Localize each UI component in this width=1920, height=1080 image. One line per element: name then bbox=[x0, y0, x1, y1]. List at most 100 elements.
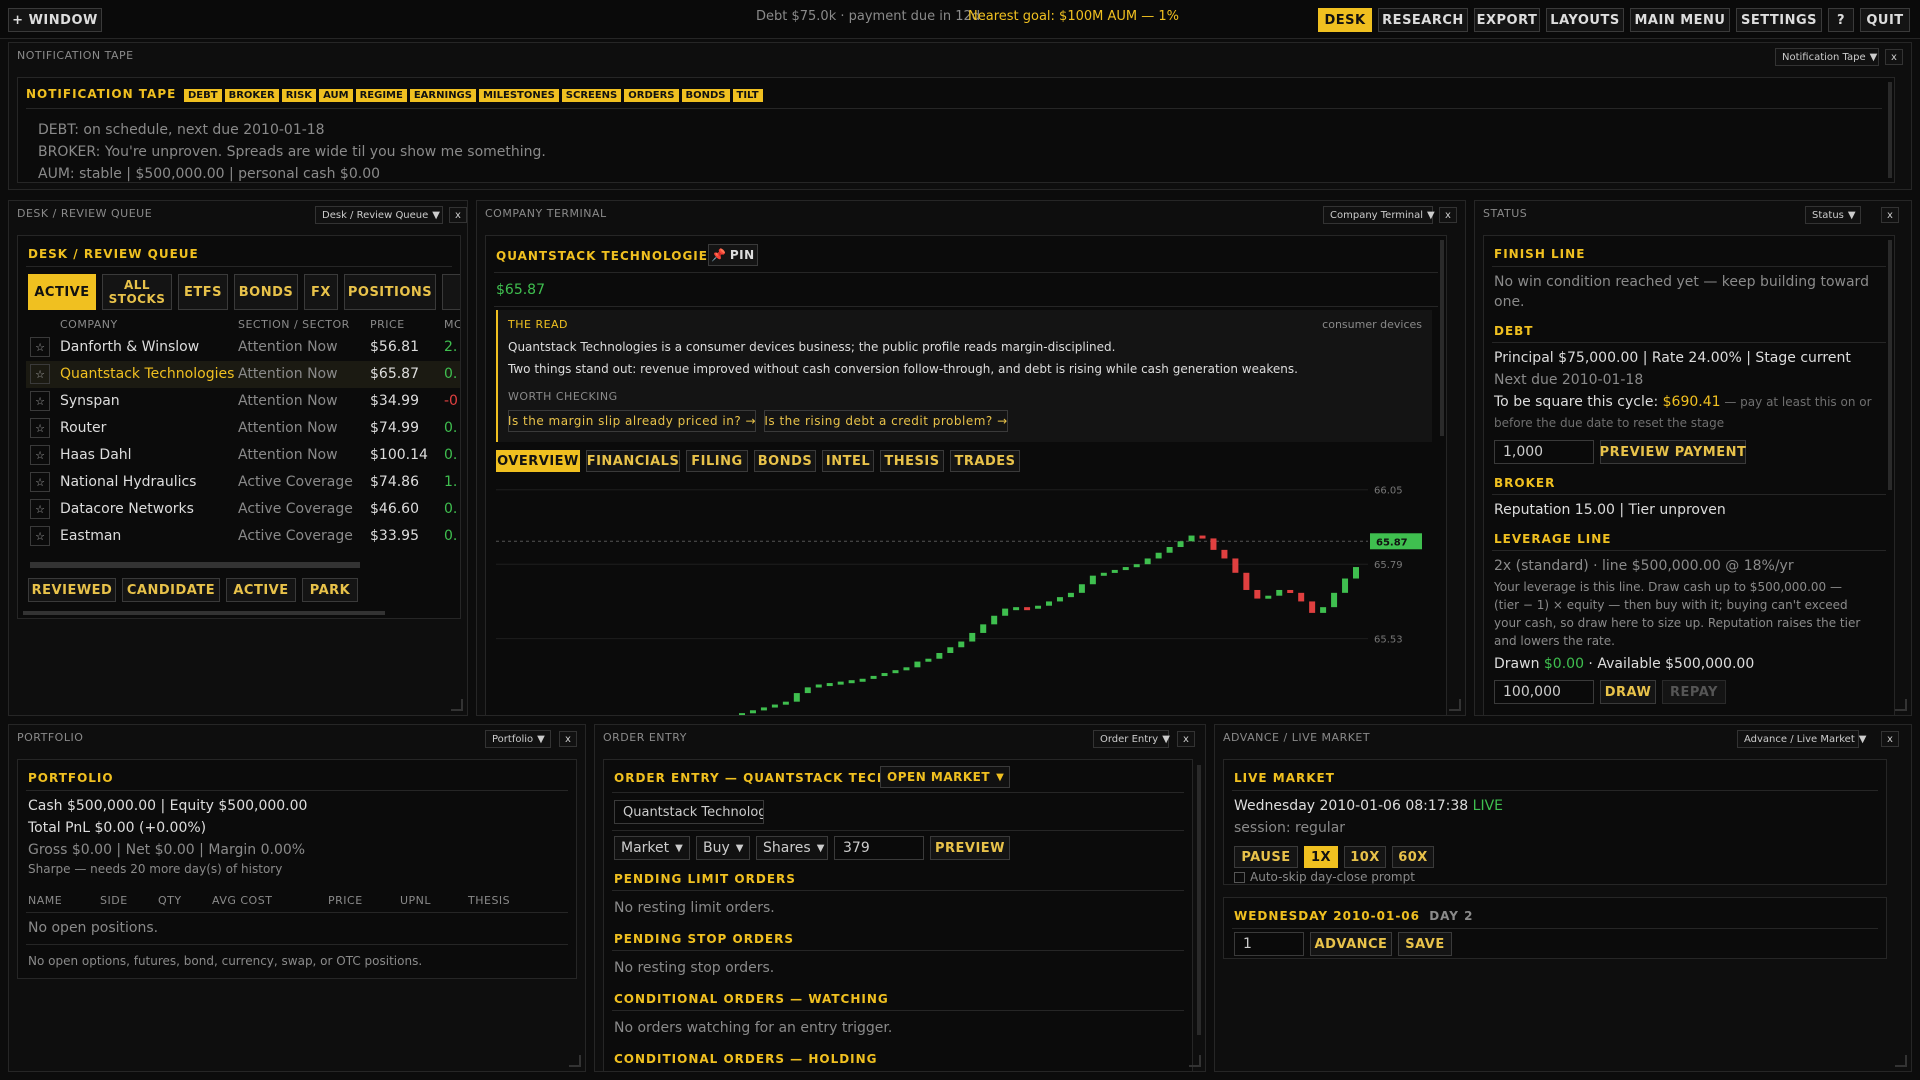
close-icon[interactable]: x bbox=[1881, 207, 1899, 223]
order-side-select[interactable]: Buy ▼ bbox=[696, 836, 750, 860]
preview-order-button[interactable]: PREVIEW bbox=[930, 836, 1010, 860]
mark-candidate-button[interactable]: CANDIDATE bbox=[122, 578, 220, 602]
park-button[interactable]: PARK bbox=[302, 578, 358, 602]
panel-type-select[interactable]: Company Terminal ▼ bbox=[1323, 206, 1435, 224]
chip-earnings[interactable]: EARNINGS bbox=[409, 89, 476, 102]
tab-all-stocks[interactable]: ALL STOCKS bbox=[102, 274, 172, 310]
draw-button[interactable]: DRAW bbox=[1600, 680, 1656, 704]
tab-fx[interactable]: FX bbox=[304, 274, 338, 310]
horizontal-scrollbar[interactable] bbox=[30, 562, 360, 568]
speed-1x-button[interactable]: 1X bbox=[1304, 846, 1338, 868]
ticker-input[interactable]: Quantstack Technologies bbox=[614, 800, 764, 824]
table-row[interactable]: ☆ National Hydraulics Active Coverage $74.8… bbox=[26, 469, 460, 496]
panel-type-select[interactable]: Notification Tape ▼ bbox=[1775, 48, 1879, 66]
tab-active[interactable]: ACTIVE bbox=[28, 274, 96, 310]
tab-overview[interactable]: OVERVIEW bbox=[496, 450, 580, 472]
chip-screens[interactable]: SCREENS bbox=[561, 89, 622, 102]
table-row[interactable]: ☆ Router Attention Now $74.99 0. bbox=[26, 415, 460, 442]
chip-aum[interactable]: AUM bbox=[319, 89, 353, 102]
order-type-select[interactable]: Market ▼ bbox=[614, 836, 690, 860]
nav-settings-button[interactable]: SETTINGS bbox=[1736, 8, 1822, 32]
repay-button[interactable]: REPAY bbox=[1662, 680, 1726, 704]
tab-intel[interactable]: INTEL bbox=[822, 450, 874, 472]
tab-more[interactable] bbox=[442, 274, 460, 310]
close-icon[interactable]: x bbox=[449, 207, 467, 223]
resize-handle[interactable] bbox=[1189, 1055, 1201, 1067]
star-icon[interactable]: ☆ bbox=[30, 418, 50, 438]
preview-payment-button[interactable]: PREVIEW PAYMENT bbox=[1600, 440, 1746, 464]
tab-filing[interactable]: FILING bbox=[686, 450, 748, 472]
tab-financials[interactable]: FINANCIALS bbox=[586, 450, 680, 472]
chip-risk[interactable]: RISK bbox=[281, 89, 317, 102]
panel-type-select[interactable]: Desk / Review Queue ▼ bbox=[315, 206, 443, 224]
draw-amount-input[interactable]: 100,000 bbox=[1494, 680, 1594, 704]
tab-bonds[interactable]: BONDS bbox=[754, 450, 816, 472]
mark-reviewed-button[interactable]: REVIEWED bbox=[28, 578, 116, 602]
panel-type-select[interactable]: Advance / Live Market ▼ bbox=[1737, 730, 1866, 748]
nav-research-button[interactable]: RESEARCH bbox=[1378, 8, 1468, 32]
advance-button[interactable]: ADVANCE bbox=[1310, 932, 1392, 956]
panel-type-select[interactable]: Portfolio ▼ bbox=[485, 730, 551, 748]
star-icon[interactable]: ☆ bbox=[30, 337, 50, 357]
quit-button[interactable]: QUIT bbox=[1860, 8, 1910, 32]
tab-positions[interactable]: POSITIONS bbox=[344, 274, 436, 310]
panel-type-select[interactable]: Status ▼ bbox=[1805, 206, 1861, 224]
table-row[interactable]: ☆ Datacore Networks Active Coverage $46.60 0… bbox=[26, 496, 460, 523]
star-icon[interactable]: ☆ bbox=[30, 499, 50, 519]
tab-thesis[interactable]: THESIS bbox=[880, 450, 944, 472]
save-button[interactable]: SAVE bbox=[1398, 932, 1452, 956]
table-row[interactable]: ☆ Synspan Attention Now $34.99 -0 bbox=[26, 388, 460, 415]
speed-60x-button[interactable]: 60X bbox=[1392, 846, 1434, 868]
star-icon[interactable]: ☆ bbox=[30, 526, 50, 546]
payment-amount-input[interactable]: 1,000 bbox=[1494, 440, 1594, 464]
market-session-select[interactable]: OPEN MARKET ▼ bbox=[880, 766, 1010, 788]
close-icon[interactable]: x bbox=[1439, 207, 1457, 223]
resize-handle[interactable] bbox=[1895, 1055, 1907, 1067]
scrollbar[interactable] bbox=[1440, 240, 1444, 436]
star-icon[interactable]: ☆ bbox=[30, 364, 50, 384]
pause-button[interactable]: PAUSE bbox=[1234, 846, 1298, 868]
table-row[interactable]: ☆ Haas Dahl Attention Now $100.14 0. bbox=[26, 442, 460, 469]
star-icon[interactable]: ☆ bbox=[30, 445, 50, 465]
chip-regime[interactable]: REGIME bbox=[355, 89, 407, 102]
scrollbar[interactable] bbox=[1888, 82, 1892, 178]
resize-handle[interactable] bbox=[451, 699, 463, 711]
chip-milestones[interactable]: MILESTONES bbox=[478, 89, 559, 102]
tab-bonds[interactable]: BONDS bbox=[234, 274, 298, 310]
close-icon[interactable]: x bbox=[1885, 49, 1903, 65]
resize-handle[interactable] bbox=[569, 1055, 581, 1067]
chip-orders[interactable]: ORDERS bbox=[624, 89, 679, 102]
pin-button[interactable]: 📌 PIN bbox=[708, 244, 758, 266]
nav-desk-button[interactable]: DESK bbox=[1318, 8, 1372, 32]
tab-trades[interactable]: TRADES bbox=[950, 450, 1020, 472]
horizontal-scrollbar[interactable] bbox=[23, 611, 385, 615]
question-debt-button[interactable]: Is the rising debt a credit problem? → bbox=[764, 410, 1008, 432]
chip-bonds[interactable]: BONDS bbox=[681, 89, 730, 102]
star-icon[interactable]: ☆ bbox=[30, 472, 50, 492]
quantity-input[interactable]: 379 bbox=[834, 836, 924, 860]
autoskip-checkbox[interactable] bbox=[1234, 872, 1245, 883]
star-icon[interactable]: ☆ bbox=[30, 391, 50, 411]
days-input[interactable]: 1 bbox=[1234, 932, 1304, 956]
new-window-button[interactable]: + WINDOW bbox=[8, 8, 102, 32]
resize-handle[interactable] bbox=[1895, 699, 1907, 711]
scrollbar[interactable] bbox=[1888, 240, 1892, 490]
table-row[interactable]: ☆ Quantstack Technologies Attention Now $65… bbox=[26, 361, 460, 388]
chip-debt[interactable]: DEBT bbox=[184, 89, 222, 102]
nav-layouts-button[interactable]: LAYOUTS bbox=[1546, 8, 1624, 32]
table-row[interactable]: ☆ Danforth & Winslow Attention Now $56.81 2. bbox=[26, 334, 460, 361]
quantity-unit-select[interactable]: Shares ▼ bbox=[756, 836, 828, 860]
close-icon[interactable]: x bbox=[559, 731, 577, 747]
close-icon[interactable]: x bbox=[1881, 731, 1899, 747]
question-margin-button[interactable]: Is the margin slip already priced in? → bbox=[508, 410, 756, 432]
chip-broker[interactable]: BROKER bbox=[224, 89, 279, 102]
nav-export-button[interactable]: EXPORT bbox=[1474, 8, 1540, 32]
nav-main-menu-button[interactable]: MAIN MENU bbox=[1630, 8, 1730, 32]
resize-handle[interactable] bbox=[1449, 699, 1461, 711]
help-button[interactable]: ? bbox=[1828, 8, 1854, 32]
chip-tilt[interactable]: TILT bbox=[732, 89, 763, 102]
panel-type-select[interactable]: Order Entry ▼ bbox=[1093, 730, 1170, 748]
speed-10x-button[interactable]: 10X bbox=[1344, 846, 1386, 868]
table-row[interactable]: ☆ Eastman Active Coverage $33.95 0. bbox=[26, 523, 460, 550]
close-icon[interactable]: x bbox=[1177, 731, 1195, 747]
